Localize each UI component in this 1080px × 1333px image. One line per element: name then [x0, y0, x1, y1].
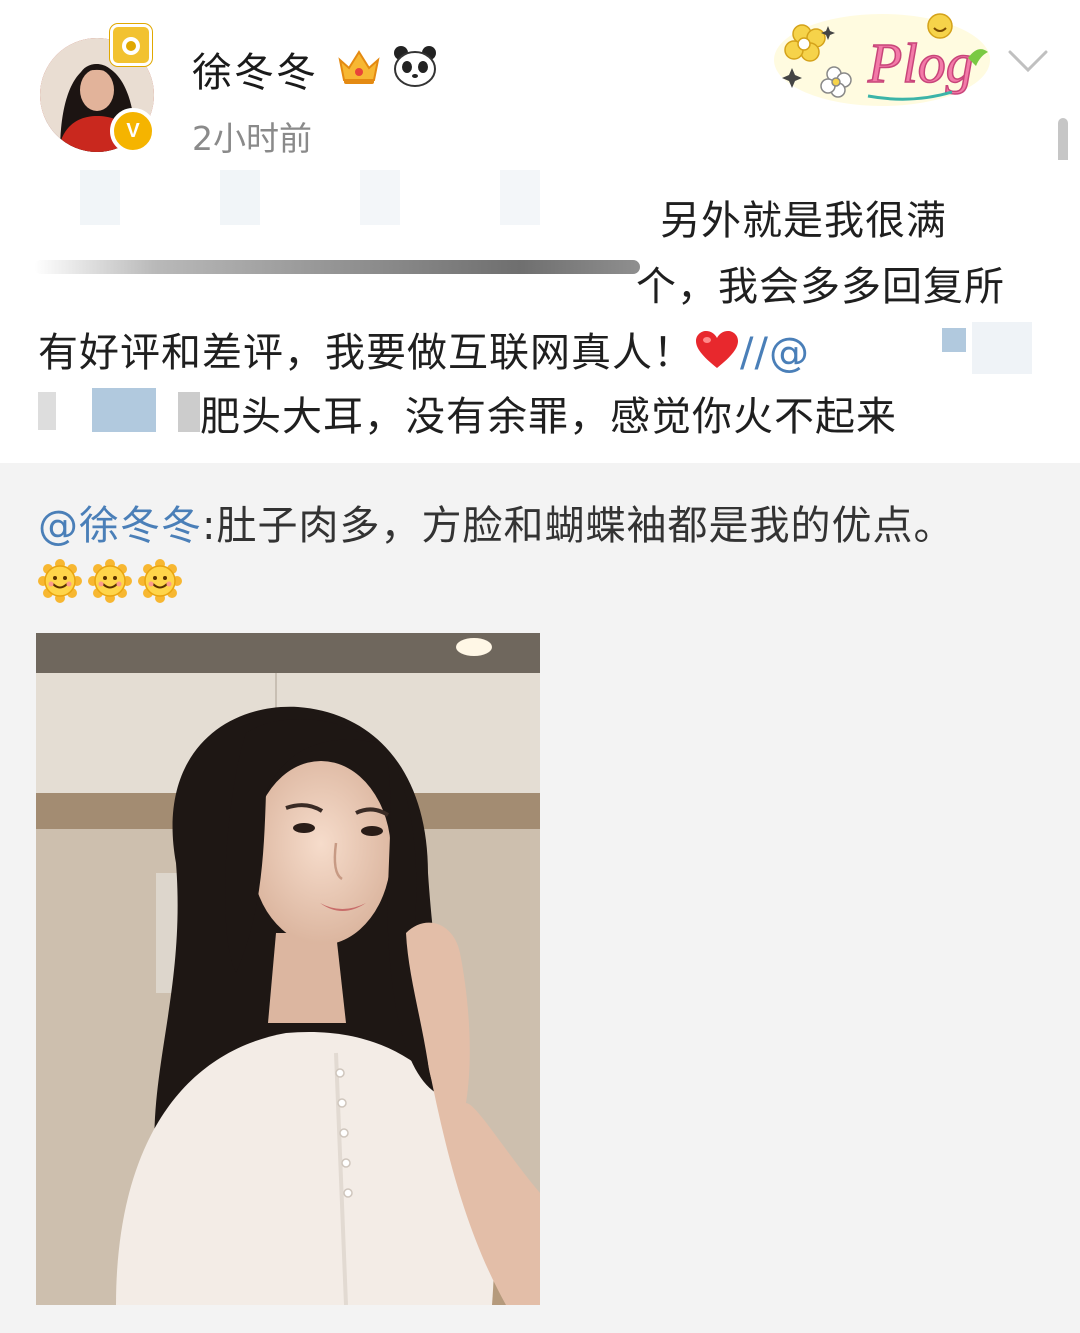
panda-icon — [394, 46, 436, 87]
username[interactable]: 徐冬冬 — [192, 40, 318, 98]
redacted-username — [38, 392, 56, 430]
post-photo[interactable] — [36, 633, 540, 1305]
post-header: V 徐冬冬 2小时前 Plog — [0, 0, 1080, 160]
heart-icon — [696, 331, 738, 368]
redacted-username — [178, 392, 200, 432]
repost-text: @徐冬冬:肚子肉多，方脸和蝴蝶袖都是我的优点。 — [38, 493, 954, 551]
redacted-text — [80, 170, 120, 225]
verified-icon: V — [110, 108, 156, 154]
post-text-line-3: 有好评和差评，我要做互联网真人！ //@ — [38, 320, 810, 378]
redacted-text — [220, 170, 260, 225]
redacted-username — [972, 322, 1032, 374]
emoji-row — [38, 559, 182, 603]
camera-badge-icon — [110, 24, 152, 66]
repost-body: :肚子肉多，方脸和蝴蝶袖都是我的优点。 — [202, 503, 955, 549]
reposted-content[interactable]: @徐冬冬:肚子肉多，方脸和蝴蝶袖都是我的优点。 — [0, 463, 1080, 1333]
crown-icon — [338, 50, 380, 84]
redacted-text — [500, 170, 540, 225]
plog-sticker-icon: Plog — [774, 13, 990, 106]
post-text-line-3-text: 有好评和差评，我要做互联网真人！ — [38, 330, 694, 376]
chevron-down-icon[interactable] — [1006, 46, 1050, 76]
smile-emoji-icon — [88, 559, 132, 603]
redacted-username — [92, 388, 156, 432]
redacted-strikethrough — [34, 260, 640, 274]
plog-sticker-text: Plog — [867, 33, 974, 95]
redacted-username — [942, 328, 966, 352]
post-text-line-1: 另外就是我很满 — [660, 198, 947, 244]
redacted-text — [360, 170, 400, 225]
smile-emoji-icon — [38, 559, 82, 603]
avatar[interactable]: V — [40, 24, 156, 154]
repost-author-mention[interactable]: @徐冬冬 — [38, 503, 202, 549]
post-body: 另外就是我很满 个，我会多多回复所 有好评和差评，我要做互联网真人！ //@ 肥头… — [0, 160, 1080, 463]
smile-emoji-icon — [138, 559, 182, 603]
post-time: 2小时前 — [192, 119, 312, 158]
repost-chain-mention[interactable]: //@ — [740, 330, 810, 376]
post-text-line-4: 肥头大耳，没有余罪，感觉你火不起来 — [200, 394, 897, 440]
post-text-line-2: 个，我会多多回复所 — [636, 264, 1005, 310]
